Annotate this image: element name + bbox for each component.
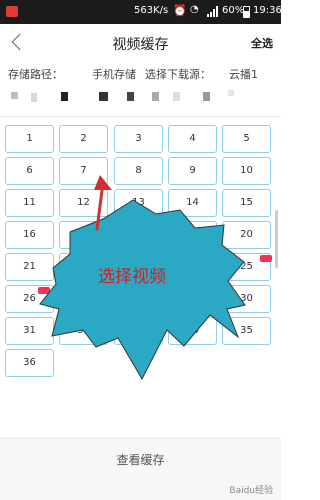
watermark: Baidu经验 [229, 486, 273, 496]
view-cache-button[interactable]: 查看缓存 [0, 449, 281, 471]
red-arrow-head [94, 175, 112, 190]
starburst-callout [39, 199, 246, 381]
annotation-overlay [39, 175, 246, 381]
annotation-text: 选择视频 [98, 267, 166, 287]
